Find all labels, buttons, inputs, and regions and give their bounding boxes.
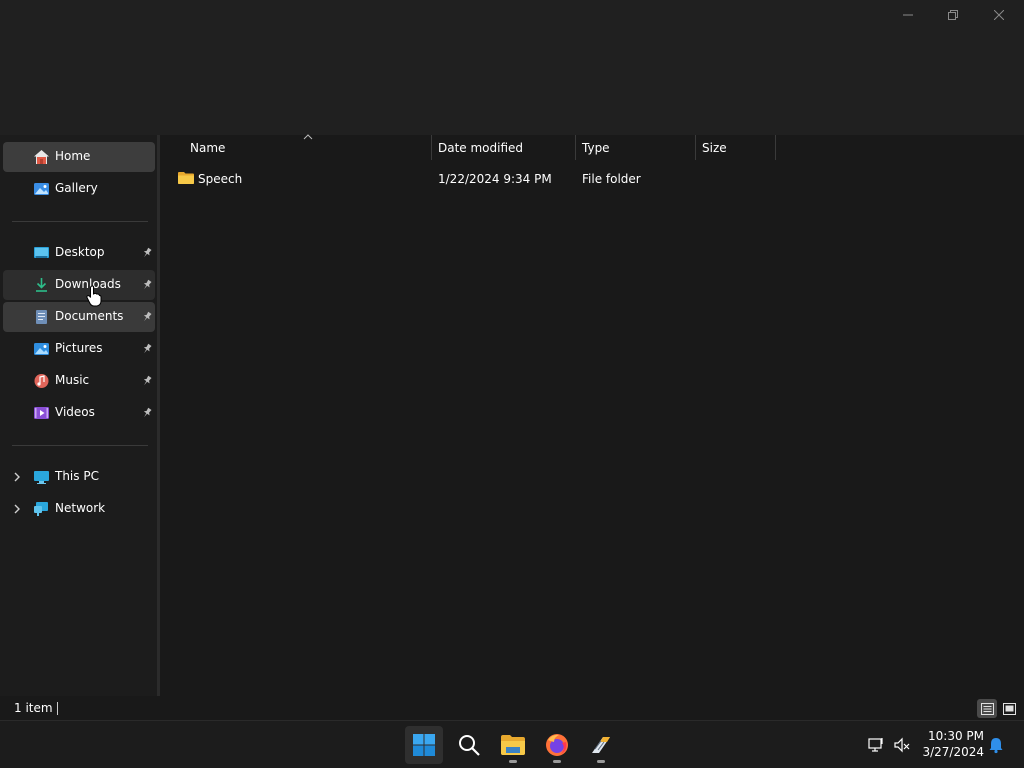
notification-bell-icon[interactable] xyxy=(987,736,1005,754)
clock[interactable]: 10:30 PM 3/27/2024 xyxy=(918,728,984,760)
status-bar: 1 item xyxy=(0,696,1024,720)
music-icon xyxy=(34,374,49,388)
sidebar-item-label: This PC xyxy=(55,469,99,483)
pin-icon[interactable] xyxy=(141,343,153,355)
gallery-icon xyxy=(34,183,49,195)
chevron-right-icon[interactable] xyxy=(11,471,23,483)
app-icon xyxy=(592,737,610,753)
sidebar-divider xyxy=(12,221,148,222)
details-view-icon xyxy=(980,702,994,715)
running-indicator xyxy=(553,760,561,763)
status-separator xyxy=(57,702,58,715)
sidebar-item-music[interactable]: Music xyxy=(3,366,155,396)
column-header-type[interactable]: Type xyxy=(576,135,695,160)
sidebar-item-downloads[interactable]: Downloads xyxy=(3,270,155,300)
download-icon xyxy=(36,278,47,292)
sidebar-item-videos[interactable]: Videos xyxy=(3,398,155,428)
firefox-icon xyxy=(546,734,568,756)
folder-icon xyxy=(178,172,194,184)
minimize-button[interactable] xyxy=(885,0,930,30)
home-icon xyxy=(34,150,49,164)
firefox-button[interactable] xyxy=(538,726,576,764)
column-label: Type xyxy=(582,141,610,155)
sort-ascending-icon xyxy=(303,134,313,140)
sidebar-item-label: Network xyxy=(55,501,106,515)
title-bar xyxy=(0,0,1024,135)
close-icon xyxy=(993,10,1004,20)
sidebar-item-label: Gallery xyxy=(55,181,98,195)
file-explorer-icon xyxy=(501,735,525,755)
sidebar-item-documents[interactable]: Documents xyxy=(3,302,155,332)
running-indicator xyxy=(509,760,517,763)
sidebar-item-label: Home xyxy=(55,149,91,163)
file-name: Speech xyxy=(198,172,243,186)
start-button[interactable] xyxy=(405,726,443,764)
sidebar-item-desktop[interactable]: Desktop xyxy=(3,238,155,268)
clock-time: 10:30 PM xyxy=(928,729,984,743)
close-button[interactable] xyxy=(976,0,1021,30)
pin-icon[interactable] xyxy=(141,407,153,419)
sidebar-item-pictures[interactable]: Pictures xyxy=(3,334,155,364)
network-icon xyxy=(34,502,48,516)
pin-icon[interactable] xyxy=(141,311,153,323)
pin-icon[interactable] xyxy=(141,279,153,291)
column-separator[interactable] xyxy=(775,135,776,160)
column-header-date-modified[interactable]: Date modified xyxy=(432,135,575,160)
sidebar-item-label: Pictures xyxy=(55,341,103,355)
sidebar-item-label: Desktop xyxy=(55,245,105,259)
sidebar-item-label: Videos xyxy=(55,405,95,419)
sidebar-item-label: Music xyxy=(55,373,90,387)
running-indicator xyxy=(597,760,605,763)
item-count: 1 item xyxy=(14,701,53,715)
clock-date: 3/27/2024 xyxy=(922,745,984,759)
column-label: Date modified xyxy=(438,141,524,155)
desktop-icon xyxy=(34,247,49,258)
pin-icon[interactable] xyxy=(141,247,153,259)
column-label: Size xyxy=(702,141,727,155)
file-type: File folder xyxy=(582,172,641,186)
details-view-button[interactable] xyxy=(977,699,997,718)
videos-icon xyxy=(34,407,49,419)
sidebar-item-gallery[interactable]: Gallery xyxy=(3,174,155,204)
file-date-modified: 1/22/2024 9:34 PM xyxy=(438,172,552,186)
search-icon xyxy=(459,735,480,756)
file-explorer-button[interactable] xyxy=(494,726,532,764)
navigation-pane: Home Gallery Desktop Downloads Documents… xyxy=(0,135,158,696)
chevron-right-icon[interactable] xyxy=(11,503,23,515)
file-list: Name Date modified Type Size Speech 1/22… xyxy=(160,134,1024,696)
hand-cursor-icon xyxy=(86,285,102,307)
start-icon xyxy=(413,734,435,756)
pin-icon[interactable] xyxy=(141,375,153,387)
sidebar-item-this-pc[interactable]: This PC xyxy=(3,462,155,492)
large-icons-view-icon xyxy=(1002,702,1016,715)
sidebar-item-label: Documents xyxy=(55,309,124,323)
restore-icon xyxy=(947,10,958,20)
app-button[interactable] xyxy=(582,726,620,764)
pictures-icon xyxy=(34,343,49,355)
sidebar-item-network[interactable]: Network xyxy=(3,494,155,524)
this-pc-icon xyxy=(34,471,49,484)
sidebar-item-home[interactable]: Home xyxy=(3,142,155,172)
column-header-size[interactable]: Size xyxy=(696,135,775,160)
table-row[interactable]: Speech 1/22/2024 9:34 PM File folder xyxy=(172,168,772,190)
column-header-name[interactable]: Name xyxy=(160,134,431,160)
minimize-icon xyxy=(902,14,913,16)
column-label: Name xyxy=(190,141,226,155)
network-tray-icon[interactable] xyxy=(867,736,885,754)
volume-muted-icon[interactable] xyxy=(893,736,911,754)
restore-button[interactable] xyxy=(930,0,975,30)
large-icons-view-button[interactable] xyxy=(999,699,1019,718)
search-button[interactable] xyxy=(450,726,488,764)
taskbar: 10:30 PM 3/27/2024 xyxy=(0,720,1024,768)
documents-icon xyxy=(36,310,47,324)
sidebar-divider xyxy=(12,445,148,446)
